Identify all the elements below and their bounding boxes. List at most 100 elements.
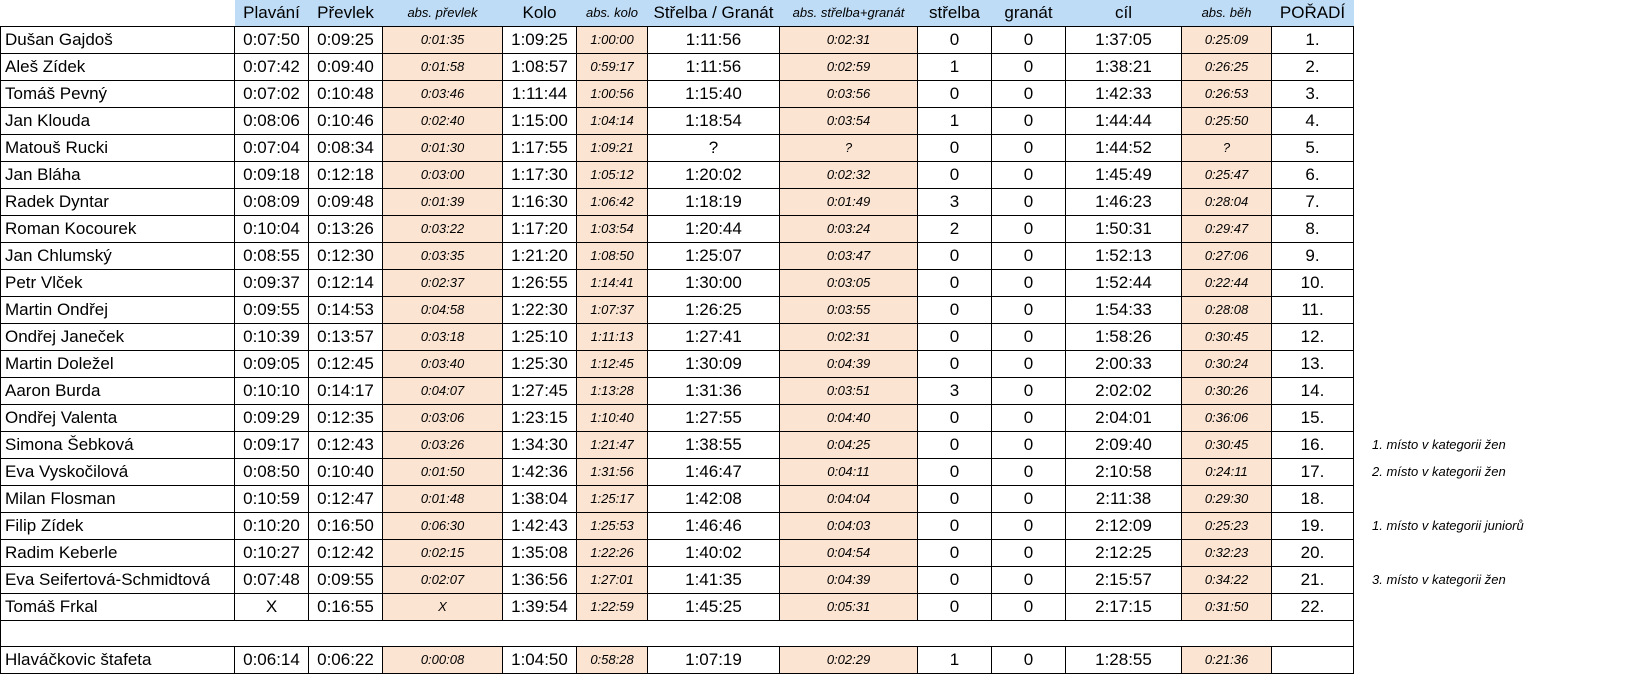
cell-poradi: 19. [1271, 512, 1354, 540]
cell-kolo: 1:17:30 [502, 161, 577, 189]
spacer-cell [0, 620, 1354, 647]
cell-poradi: 3. [1271, 80, 1354, 108]
cell-granat: 0 [991, 269, 1066, 297]
cell-abs-strelba-granat: 0:01:49 [779, 188, 918, 216]
cell-plavani: 0:09:55 [234, 296, 309, 324]
cell-cil: 1:46:23 [1065, 188, 1182, 216]
table-row: Martin Ondřej 0:09:55 0:14:53 0:04:58 1:22:3… [0, 296, 1554, 324]
cell-strelba-granat: 1:18:19 [647, 188, 780, 216]
cell-abs-kolo: 1:21:47 [576, 431, 648, 459]
cell-strelba: 1 [917, 646, 992, 674]
cell-abs-kolo: 0:59:17 [576, 53, 648, 81]
spacer-row [0, 620, 1554, 647]
cell-strelba-granat: 1:42:08 [647, 485, 780, 513]
cell-kolo: 1:17:20 [502, 215, 577, 243]
cell-abs-strelba-granat: 0:02:31 [779, 26, 918, 54]
cell-granat: 0 [991, 512, 1066, 540]
cell-abs-kolo: 1:07:37 [576, 296, 648, 324]
cell-poradi: 5. [1271, 134, 1354, 162]
cell-strelba: 0 [917, 80, 992, 108]
cell-abs-prevlek: 0:04:07 [382, 377, 503, 405]
cell-abs-beh: 0:26:25 [1181, 53, 1272, 81]
category-note [1354, 297, 1554, 324]
cell-name: Eva Vyskočilová [0, 458, 235, 486]
cell-abs-kolo: 1:27:01 [576, 566, 648, 594]
cell-kolo: 1:15:00 [502, 107, 577, 135]
cell-abs-beh: 0:28:04 [1181, 188, 1272, 216]
cell-plavani: 0:10:04 [234, 215, 309, 243]
table-row: Ondřej Valenta 0:09:29 0:12:35 0:03:06 1:23:… [0, 404, 1554, 432]
cell-kolo: 1:26:55 [502, 269, 577, 297]
cell-abs-prevlek: 0:03:35 [382, 242, 503, 270]
cell-strelba: 0 [917, 161, 992, 189]
category-note [1354, 378, 1554, 405]
cell-strelba: 3 [917, 188, 992, 216]
cell-granat: 0 [991, 377, 1066, 405]
cell-abs-prevlek: 0:00:08 [382, 646, 503, 674]
table-row: Eva Vyskočilová 0:08:50 0:10:40 0:01:50 1:42… [0, 458, 1554, 486]
cell-plavani: 0:09:18 [234, 161, 309, 189]
cell-plavani: 0:07:50 [234, 26, 309, 54]
cell-granat: 0 [991, 646, 1066, 674]
cell-poradi: 13. [1271, 350, 1354, 378]
cell-abs-prevlek: 0:03:40 [382, 350, 503, 378]
table-row: Martin Doležel 0:09:05 0:12:45 0:03:40 1:25:… [0, 350, 1554, 378]
header-note [1354, 0, 1554, 27]
cell-cil: 1:38:21 [1065, 53, 1182, 81]
cell-granat: 0 [991, 107, 1066, 135]
cell-strelba-granat: 1:11:56 [647, 53, 780, 81]
cell-abs-prevlek: 0:01:30 [382, 134, 503, 162]
cell-abs-kolo: 0:58:28 [576, 646, 648, 674]
cell-abs-beh: 0:25:47 [1181, 161, 1272, 189]
table-row: Jan Chlumský 0:08:55 0:12:30 0:03:35 1:21:20… [0, 242, 1554, 270]
cell-abs-kolo: 1:13:28 [576, 377, 648, 405]
cell-strelba-granat: ? [647, 134, 780, 162]
cell-kolo: 1:08:57 [502, 53, 577, 81]
cell-abs-beh: 0:34:22 [1181, 566, 1272, 594]
category-note [1354, 216, 1554, 243]
table-row: Dušan Gajdoš 0:07:50 0:09:25 0:01:35 1:09:25… [0, 26, 1554, 54]
cell-abs-strelba-granat: ? [779, 134, 918, 162]
cell-abs-prevlek: 0:06:30 [382, 512, 503, 540]
cell-strelba: 0 [917, 134, 992, 162]
cell-strelba: 1 [917, 53, 992, 81]
table-row: Radek Dyntar 0:08:09 0:09:48 0:01:39 1:16:30… [0, 188, 1554, 216]
cell-abs-kolo: 1:04:14 [576, 107, 648, 135]
cell-plavani: 0:08:55 [234, 242, 309, 270]
cell-abs-kolo: 1:25:53 [576, 512, 648, 540]
cell-granat: 0 [991, 242, 1066, 270]
cell-abs-strelba-granat: 0:02:29 [779, 646, 918, 674]
cell-plavani: 0:10:39 [234, 323, 309, 351]
cell-granat: 0 [991, 161, 1066, 189]
cell-kolo: 1:38:04 [502, 485, 577, 513]
cell-cil: 2:15:57 [1065, 566, 1182, 594]
cell-strelba-granat: 1:25:07 [647, 242, 780, 270]
category-note: 1. místo v kategorii žen [1372, 437, 1506, 452]
cell-kolo: 1:21:20 [502, 242, 577, 270]
cell-kolo: 1:04:50 [502, 646, 577, 674]
cell-cil: 2:12:25 [1065, 539, 1182, 567]
cell-prevlek: 0:09:55 [308, 566, 383, 594]
cell-kolo: 1:42:36 [502, 458, 577, 486]
cell-strelba: 0 [917, 323, 992, 351]
cell-plavani: 0:07:02 [234, 80, 309, 108]
cell-strelba-granat: 1:20:44 [647, 215, 780, 243]
cell-abs-kolo: 1:22:26 [576, 539, 648, 567]
cell-poradi: 16. [1271, 431, 1354, 459]
cell-prevlek: 0:12:43 [308, 431, 383, 459]
cell-prevlek: 0:16:55 [308, 593, 383, 621]
cell-prevlek: 0:06:22 [308, 646, 383, 674]
cell-abs-prevlek: 0:02:15 [382, 539, 503, 567]
cell-abs-strelba-granat: 0:02:32 [779, 161, 918, 189]
cell-kolo: 1:25:10 [502, 323, 577, 351]
category-note: 3. místo v kategorii žen [1372, 572, 1506, 587]
cell-abs-kolo: 1:11:13 [576, 323, 648, 351]
cell-strelba-granat: 1:18:54 [647, 107, 780, 135]
cell-abs-kolo: 1:10:40 [576, 404, 648, 432]
cell-granat: 0 [991, 485, 1066, 513]
cell-plavani: 0:10:10 [234, 377, 309, 405]
cell-granat: 0 [991, 134, 1066, 162]
cell-cil: 1:54:33 [1065, 296, 1182, 324]
category-note [1354, 135, 1554, 162]
cell-abs-beh: 0:32:23 [1181, 539, 1272, 567]
